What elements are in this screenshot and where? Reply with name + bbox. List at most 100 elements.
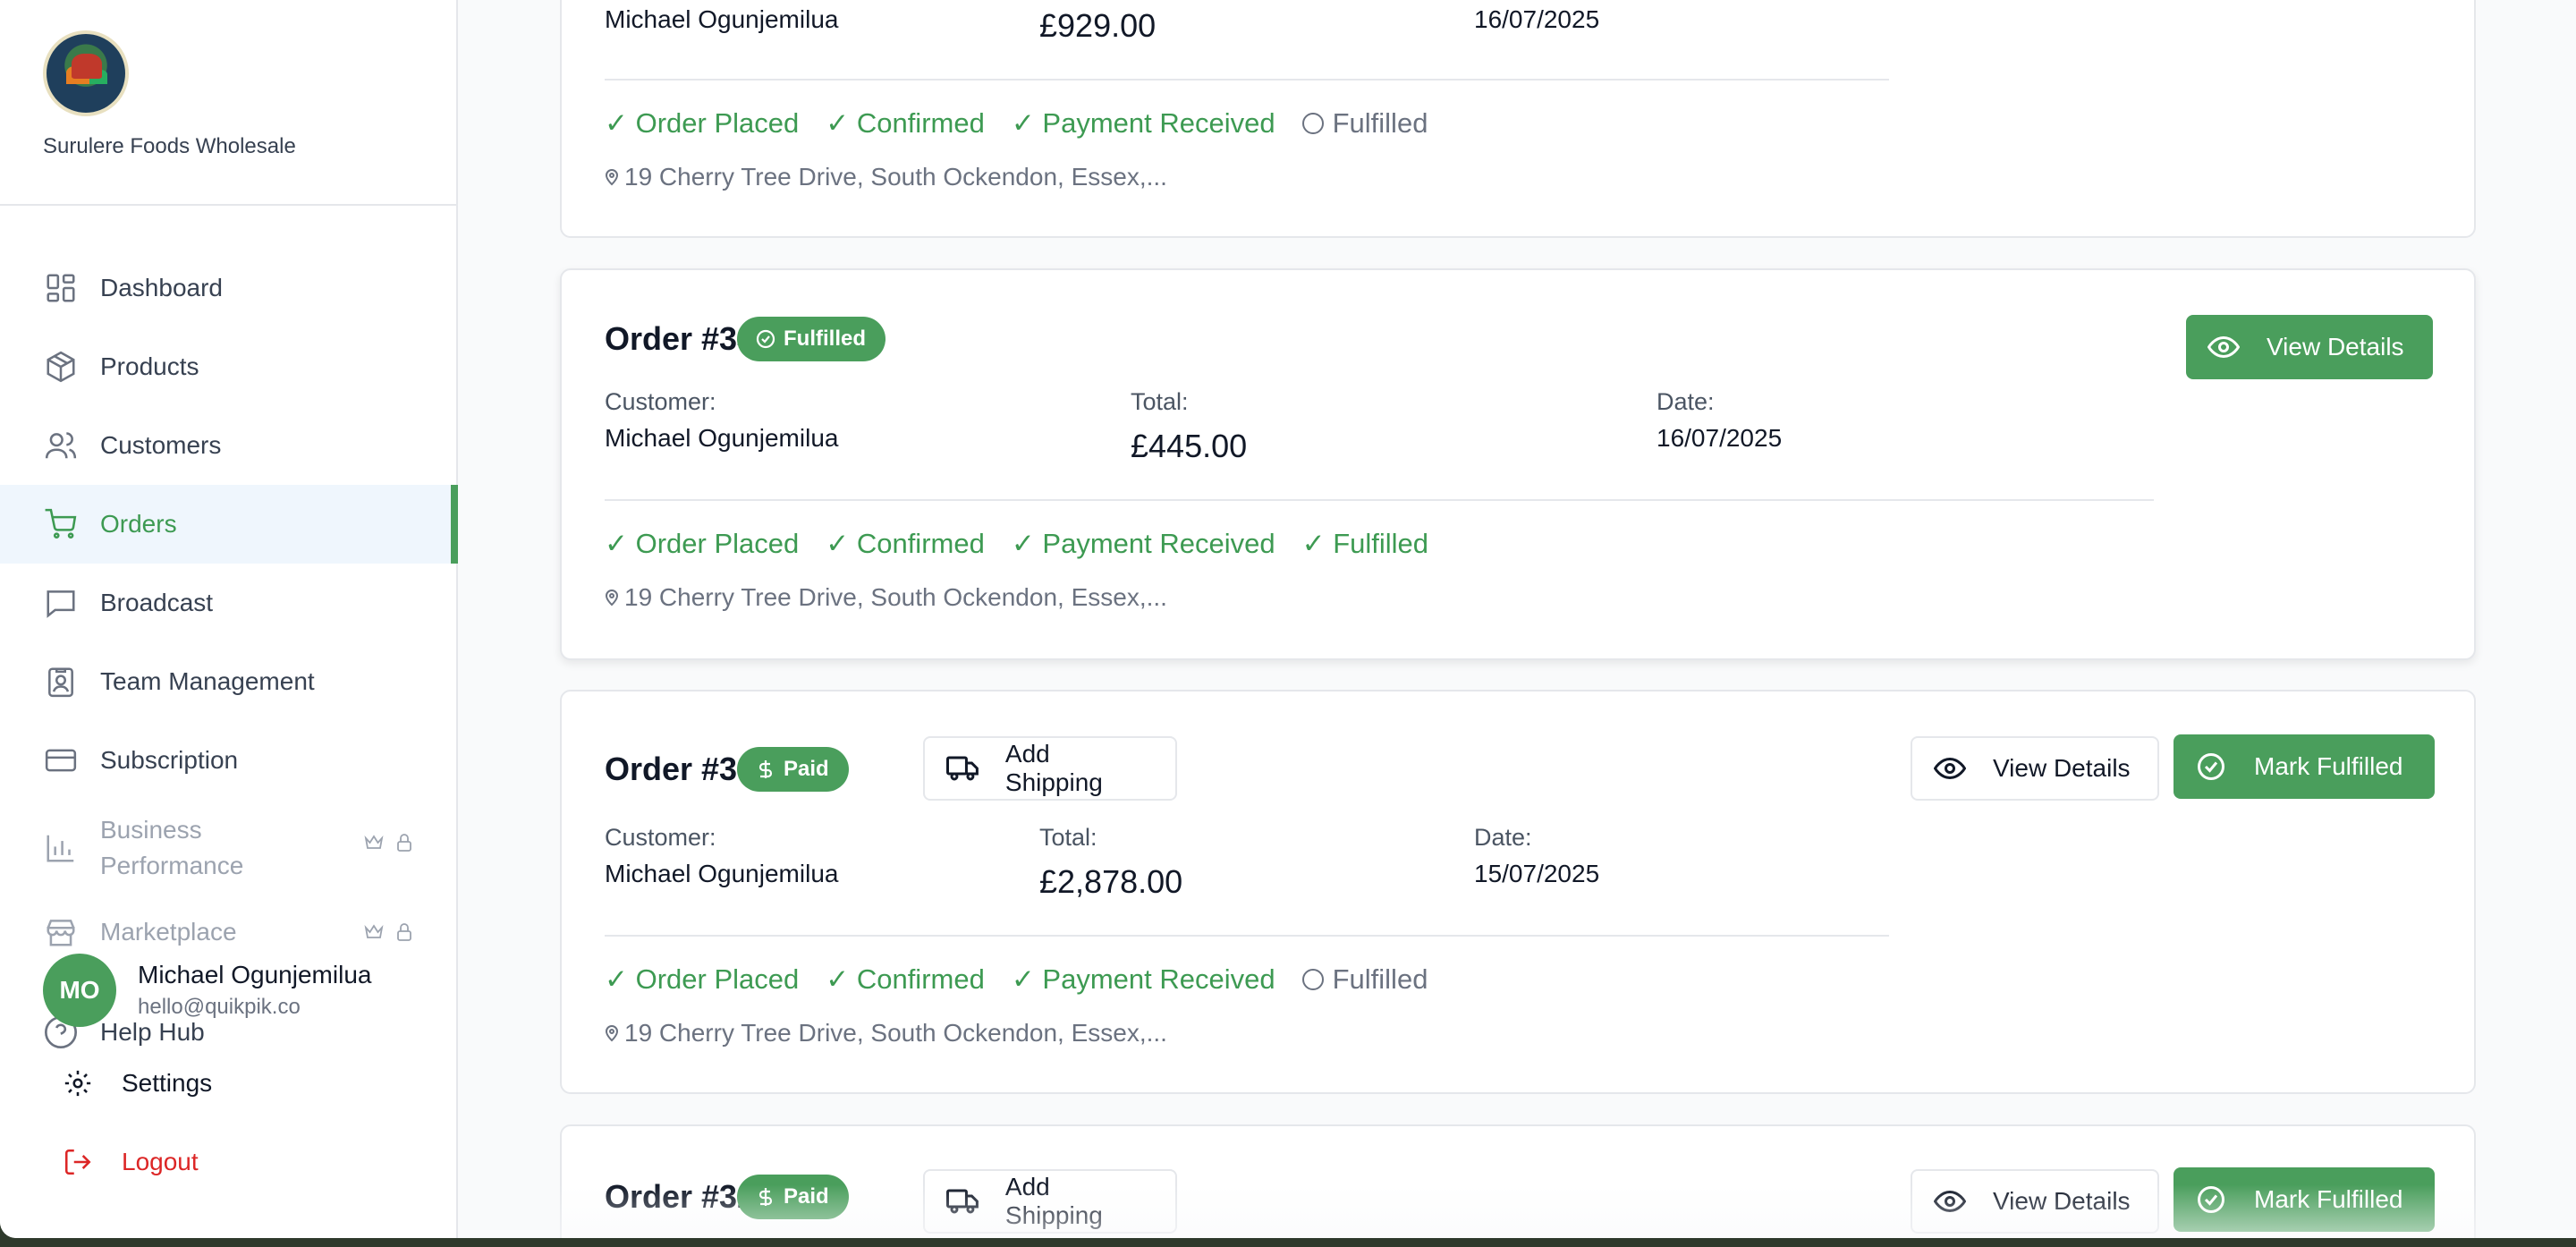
step-confirmed: ✓ Confirmed [826, 963, 985, 995]
order-date: 16/07/2025 [1657, 424, 1783, 452]
user-email: hello@quikpik.co [138, 995, 301, 1019]
order-total: £929.00 [1039, 7, 1157, 44]
logout-icon [64, 1149, 91, 1175]
button-label: View Details [1993, 754, 2131, 782]
order-title: Order #34 [605, 320, 756, 357]
order-total: £2,878.00 [1039, 863, 1183, 900]
message-icon [43, 585, 79, 621]
button-label: View Details [1993, 1187, 2131, 1215]
user-profile[interactable]: MO Michael Ogunjemilua hello@quikpik.co [43, 954, 371, 1027]
add-shipping-button[interactable]: Add Shipping [923, 736, 1177, 801]
button-label: Add Shipping [1004, 1173, 1103, 1229]
sidebar: Surulere Foods Wholesale Dashboard Produ… [0, 0, 458, 1238]
add-shipping-button[interactable]: Add Shipping [923, 1169, 1177, 1234]
truck-icon [946, 1189, 979, 1214]
store-icon [43, 914, 79, 950]
total-label: Total: [1131, 388, 1189, 415]
pending-circle-icon [1301, 113, 1324, 134]
order-date: 16/07/2025 [1474, 5, 1600, 33]
crown-icon [364, 835, 384, 849]
check-circle-icon [2198, 1186, 2224, 1213]
button-label: Mark Fulfilled [2254, 752, 2403, 780]
customer-name: Michael Ogunjemilua [605, 424, 839, 452]
step-payment-received: ✓ Payment Received [1011, 107, 1275, 139]
button-label: Add Shipping [1004, 740, 1103, 796]
step-confirmed: ✓ Confirmed [826, 107, 985, 139]
date-label: Date: [1474, 824, 1532, 851]
order-progress: ✓ Order Placed ✓ Confirmed ✓ Payment Rec… [605, 107, 1454, 140]
eye-icon [1934, 757, 1966, 780]
order-title: Order #33 [605, 751, 756, 787]
credit-card-icon [43, 742, 79, 778]
eye-icon [1934, 1190, 1966, 1213]
step-order-placed: ✓ Order Placed [605, 107, 800, 139]
dollar-icon [758, 1188, 773, 1206]
sidebar-item-team-management[interactable]: Team Management [0, 642, 458, 721]
sidebar-item-label: Marketplace [100, 918, 237, 946]
sidebar-item-dashboard[interactable]: Dashboard [0, 249, 458, 327]
customer-name: Michael Ogunjemilua [605, 5, 839, 33]
lock-icon [397, 834, 411, 852]
step-order-placed: ✓ Order Placed [605, 528, 800, 559]
brand-name: Surulere Foods Wholesale [43, 134, 296, 158]
sidebar-item-label: Orders [100, 510, 177, 538]
avatar: MO [43, 954, 116, 1027]
check-circle-icon [2198, 753, 2224, 780]
brand: Surulere Foods Wholesale [43, 30, 296, 158]
check-circle-icon [756, 329, 775, 349]
package-icon [43, 349, 79, 385]
logout-button[interactable]: Logout [63, 1147, 199, 1177]
lock-icon [397, 923, 411, 941]
status-badge: Fulfilled [737, 317, 886, 361]
id-badge-icon [43, 664, 79, 700]
sidebar-nav: Dashboard Products Customers Orders Broa… [0, 249, 458, 968]
order-card: Michael Ogunjemilua £929.00 16/07/2025 ✓… [560, 0, 2476, 238]
button-label: Mark Fulfilled [2254, 1185, 2403, 1213]
order-total: £445.00 [1131, 428, 1248, 464]
sidebar-item-customers[interactable]: Customers [0, 406, 458, 485]
sidebar-item-business-performance[interactable]: Business Performance [0, 800, 458, 896]
sidebar-item-orders[interactable]: Orders [0, 485, 458, 564]
users-icon [43, 428, 79, 463]
sidebar-item-label: Business Performance [100, 816, 244, 879]
divider [605, 79, 1889, 81]
divider [605, 499, 2154, 501]
sidebar-item-label: Dashboard [100, 274, 223, 301]
sidebar-item-subscription[interactable]: Subscription [0, 721, 458, 800]
view-details-button[interactable]: View Details [2186, 315, 2433, 379]
gear-icon [64, 1070, 91, 1097]
map-pin-icon [605, 1025, 619, 1042]
order-progress: ✓ Order Placed ✓ Confirmed ✓ Payment Rec… [605, 963, 1454, 996]
customer-label: Customer: [605, 824, 716, 851]
order-card: Order #34 Fulfilled View Details Custome… [560, 268, 2476, 660]
date-label: Date: [1657, 388, 1715, 415]
dollar-icon [758, 760, 773, 778]
sidebar-item-broadcast[interactable]: Broadcast [0, 564, 458, 642]
map-pin-icon [605, 169, 619, 186]
truck-icon [946, 756, 979, 781]
view-details-button[interactable]: View Details [1911, 1169, 2159, 1234]
order-date: 15/07/2025 [1474, 860, 1600, 887]
step-payment-received: ✓ Payment Received [1011, 963, 1275, 995]
mark-fulfilled-button[interactable]: Mark Fulfilled [2174, 734, 2435, 799]
step-confirmed: ✓ Confirmed [826, 528, 985, 559]
step-label: Fulfilled [1332, 107, 1428, 139]
sidebar-item-products[interactable]: Products [0, 327, 458, 406]
step-payment-received: ✓ Payment Received [1011, 528, 1275, 559]
store-logo[interactable] [43, 30, 129, 116]
premium-lock [363, 832, 415, 853]
delivery-address: 19 Cherry Tree Drive, South Ockendon, Es… [605, 1019, 1167, 1048]
dashboard-icon [43, 270, 79, 306]
view-details-button[interactable]: View Details [1911, 736, 2159, 801]
settings-button[interactable]: Settings [63, 1068, 212, 1099]
total-label: Total: [1039, 824, 1097, 851]
bar-chart-icon [43, 830, 79, 866]
premium-lock [363, 921, 415, 943]
step-fulfilled: Fulfilled [1301, 107, 1428, 140]
address-text: 19 Cherry Tree Drive, South Ockendon, Es… [624, 1019, 1167, 1047]
mark-fulfilled-button[interactable]: Mark Fulfilled [2174, 1167, 2435, 1232]
sidebar-item-label: Products [100, 352, 199, 380]
sidebar-item-label: Broadcast [100, 589, 214, 616]
settings-label: Settings [122, 1069, 213, 1097]
sidebar-divider [0, 204, 458, 206]
